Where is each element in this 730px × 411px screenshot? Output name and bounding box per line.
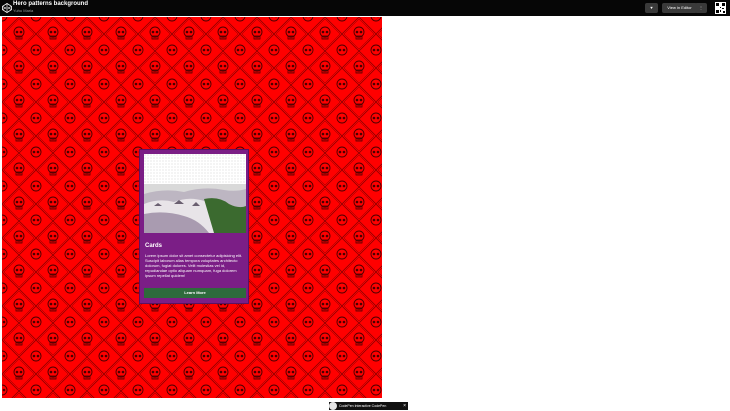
top-bar: Hero patterns background Yuhu Maria ♥ Vi… xyxy=(0,0,730,16)
heart-button[interactable]: ♥ xyxy=(645,3,658,13)
card-image xyxy=(144,154,246,233)
pen-title[interactable]: Hero patterns background xyxy=(13,1,88,8)
footer-badge[interactable]: CodePen Interactive CodePen × xyxy=(329,402,408,410)
view-in-editor-button[interactable]: View in Editor xyxy=(662,3,697,13)
footer-text: CodePen Interactive CodePen xyxy=(339,404,387,408)
heart-icon: ♥ xyxy=(650,5,653,10)
codepen-logo-icon[interactable] xyxy=(2,3,12,13)
more-icon: ⋮ xyxy=(699,5,703,10)
codepen-logo-icon xyxy=(329,402,337,410)
card: Cards Lorem ipsum dolor sit amet consect… xyxy=(139,149,249,304)
close-icon[interactable]: × xyxy=(403,402,406,410)
landscape-image xyxy=(144,154,246,233)
pen-author[interactable]: Yuhu Maria xyxy=(13,8,33,13)
card-title: Cards xyxy=(145,243,163,249)
qr-code-icon xyxy=(715,2,726,14)
learn-more-button[interactable]: Learn More xyxy=(144,288,246,298)
more-button[interactable]: ⋮ xyxy=(695,3,707,13)
pattern-background: Cards Lorem ipsum dolor sit amet consect… xyxy=(2,17,382,398)
card-text: Lorem ipsum dolor sit amet consectetur a… xyxy=(145,253,243,278)
